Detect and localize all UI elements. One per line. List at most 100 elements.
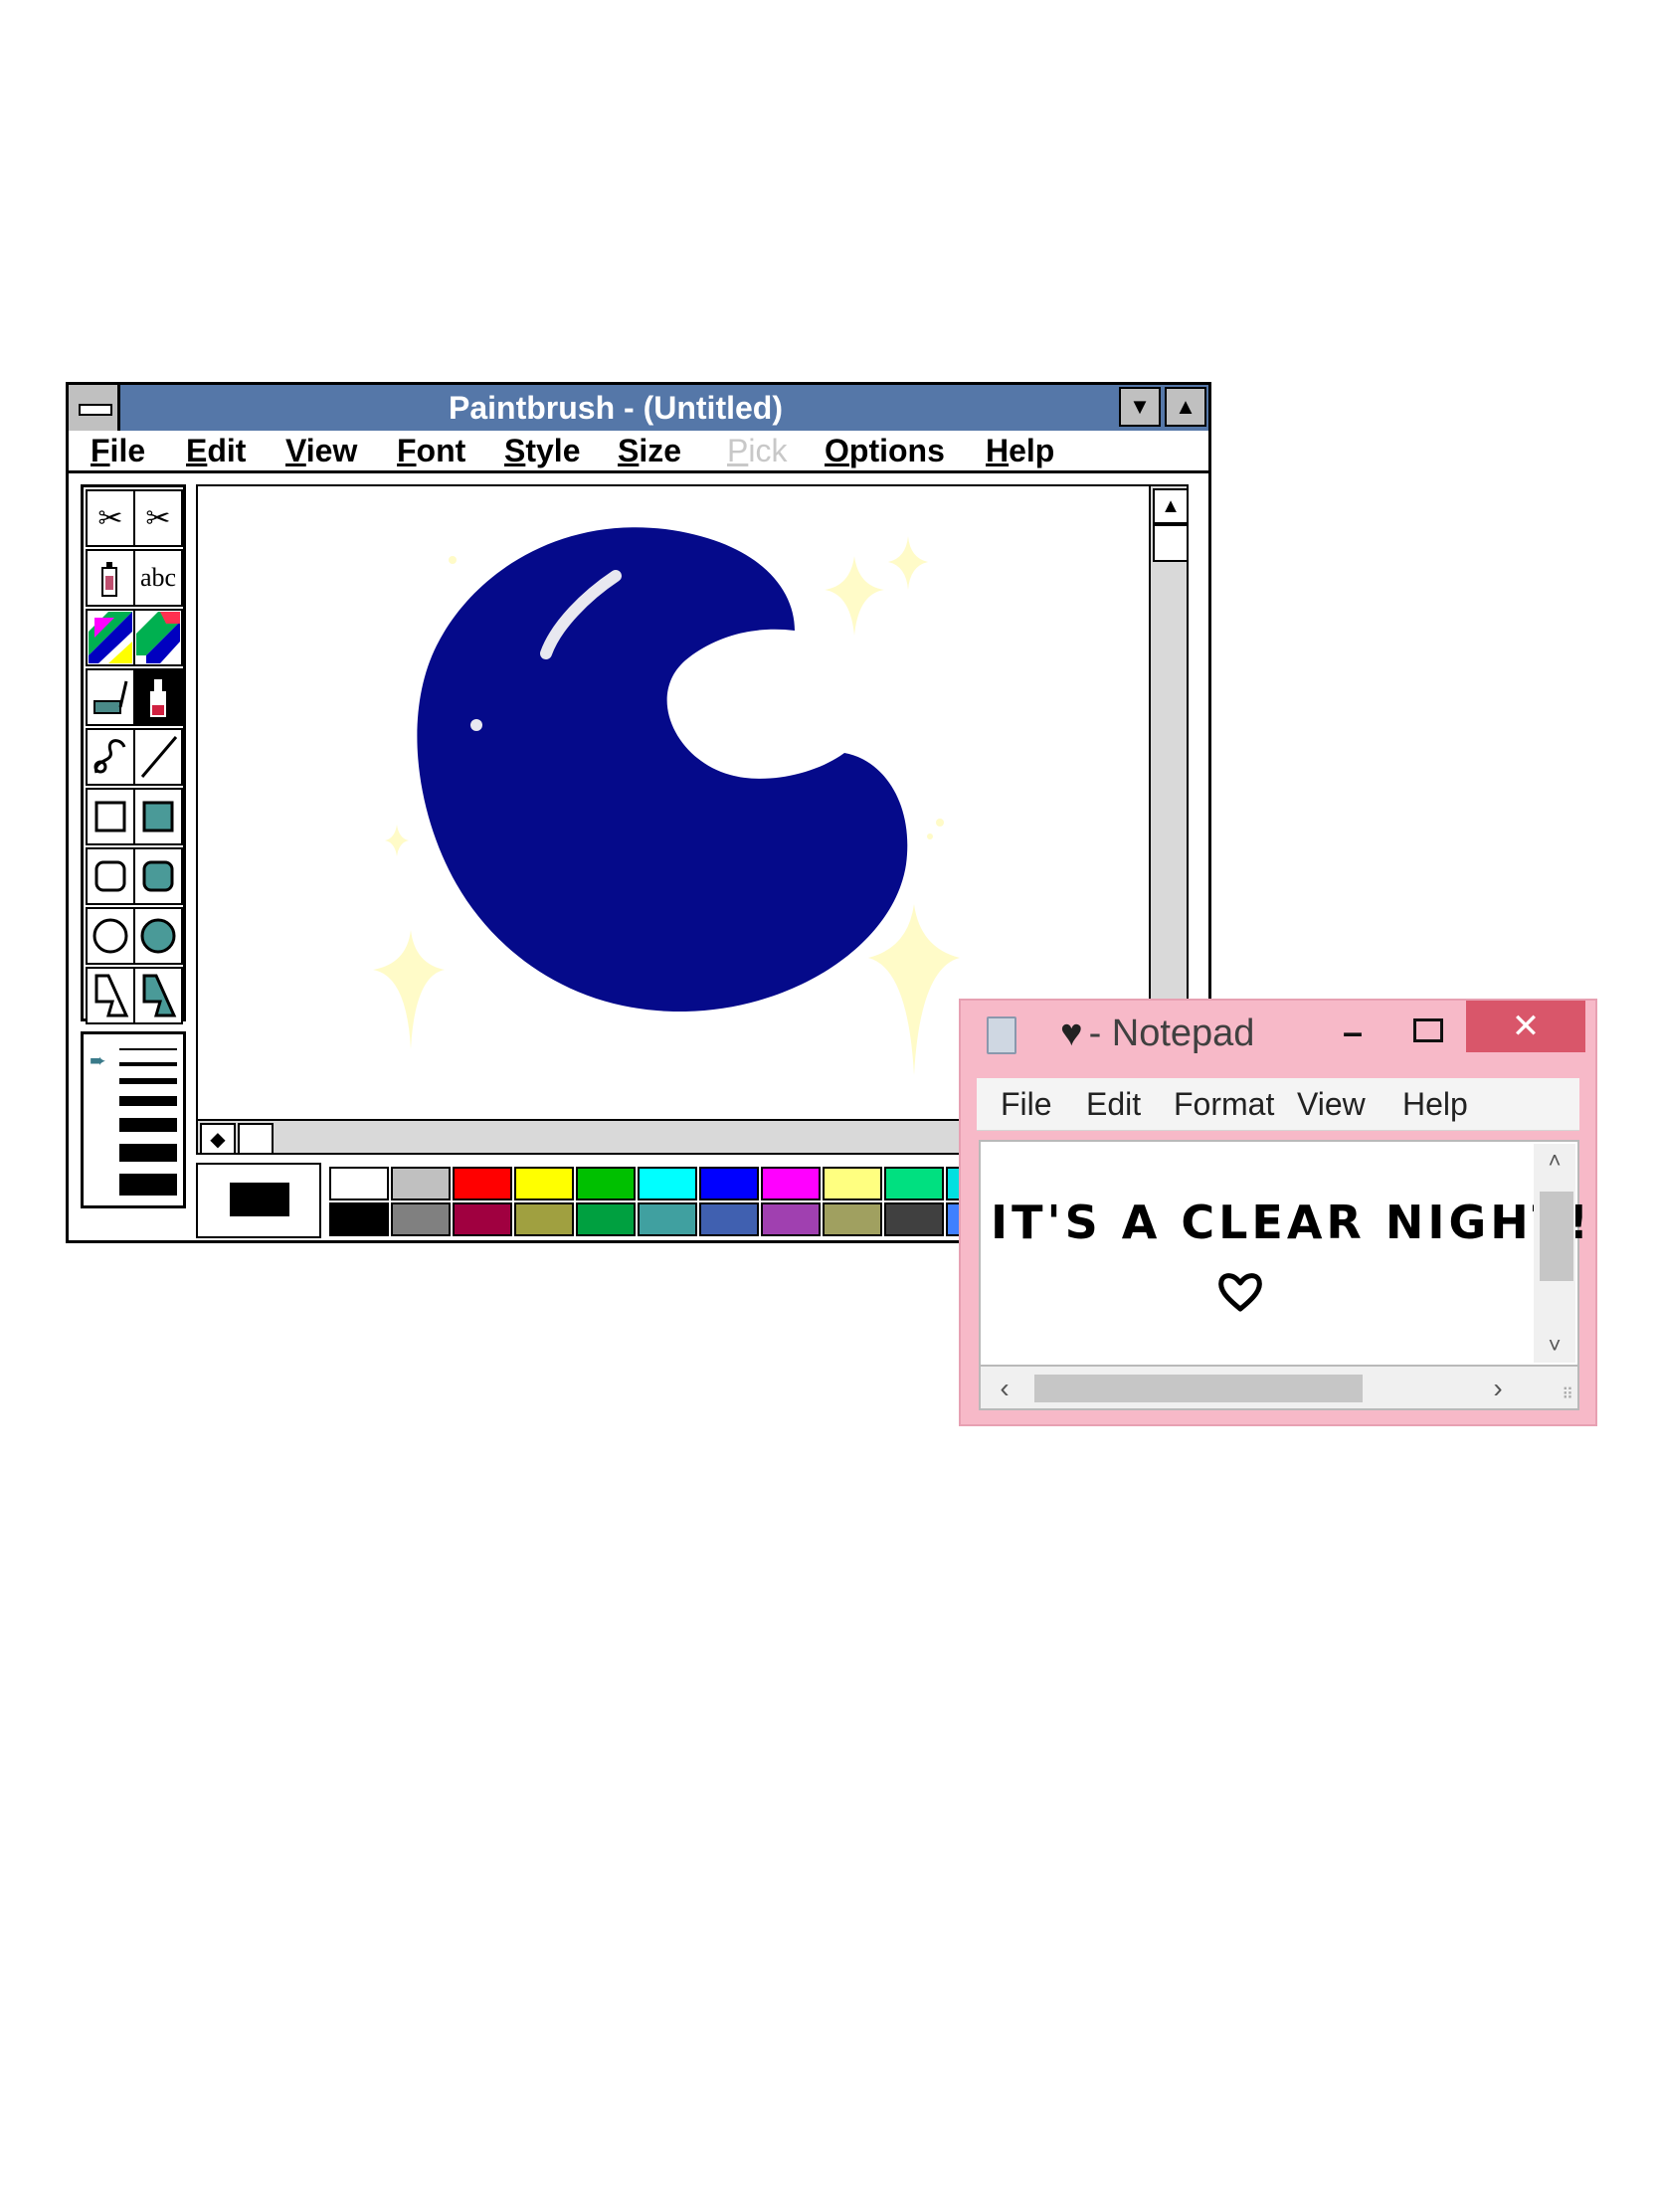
palette-color[interactable] [329,1167,389,1200]
horizontal-scrollbar[interactable]: ‹ › ⠿ [979,1367,1579,1410]
menu-size[interactable]: Size [618,431,681,470]
palette-color[interactable] [329,1202,389,1236]
scroll-right-button[interactable]: › [1478,1371,1518,1406]
line-width-option[interactable] [119,1062,177,1066]
rectangle-icon [94,801,126,832]
line-width-option[interactable] [119,1174,177,1196]
notepad-menubar: File Edit Format View Help [977,1078,1579,1131]
notepad-icon [987,1016,1016,1054]
palette-color[interactable] [823,1167,882,1200]
pick-scissors-tool[interactable]: ✂ [133,489,183,547]
line-icon [140,736,178,778]
notepad-title: ♥ - Notepad [1060,1011,1254,1056]
arrow-up-icon: ▲ [1175,394,1197,419]
menu-options[interactable]: Options [825,431,945,470]
scissors-icon: ✂ [145,501,171,535]
palette-color[interactable] [638,1202,697,1236]
menu-pick[interactable]: Pick [727,431,787,470]
minimize-button[interactable]: – [1331,1012,1375,1052]
menu-file[interactable]: File [91,431,145,470]
scissors-icon: ✂ [97,501,123,535]
rounded-rect-tool[interactable] [86,847,135,905]
palette-color[interactable] [391,1202,451,1236]
menu-help[interactable]: Help [986,431,1054,470]
menu-edit[interactable]: Edit [1086,1078,1141,1130]
arrow-left-icon: ◆ [210,1128,226,1151]
scroll-thumb[interactable] [1034,1375,1363,1402]
system-menu-button[interactable] [69,385,120,431]
maximize-button[interactable]: ▲ [1165,387,1206,427]
curve-icon [93,739,126,774]
palette-color[interactable] [391,1167,451,1200]
pointer-icon: ➨ [90,1050,106,1072]
current-color-indicator [196,1163,321,1238]
crescent-moon [417,527,908,1013]
brush-tool[interactable] [133,668,183,726]
palette-color[interactable] [884,1167,944,1200]
ellipse-tool[interactable] [86,907,135,965]
scroll-up-button[interactable]: ˄ [1534,1146,1575,1176]
curve-tool[interactable] [86,728,135,786]
line-width-option[interactable] [119,1118,177,1132]
polygon-tool[interactable] [86,967,135,1024]
line-width-option[interactable] [119,1096,177,1106]
close-icon: ✕ [1511,1008,1541,1045]
eraser-tool[interactable] [133,609,183,666]
menu-edit[interactable]: Edit [186,431,246,470]
scroll-thumb[interactable] [238,1123,274,1155]
airbrush-tool[interactable] [86,549,135,607]
menu-format[interactable]: Format [1174,1078,1274,1130]
paintbrush-titlebar[interactable]: Paintbrush - (Untitled) ▼ ▲ [69,385,1208,434]
scroll-up-button[interactable]: ▲ [1153,488,1189,524]
filled-polygon-tool[interactable] [133,967,183,1024]
palette-color[interactable] [699,1202,759,1236]
palette-color[interactable] [514,1167,574,1200]
heart-icon: ♥ [1060,1013,1083,1054]
palette-color[interactable] [576,1202,636,1236]
palette-color[interactable] [453,1167,512,1200]
chevron-right-icon: › [1493,1373,1503,1403]
notepad-text-area[interactable]: IT'S A CLEAR NIGHT! ˄ ˅ [979,1140,1588,1367]
filled-rectangle-tool[interactable] [133,788,183,845]
palette-color[interactable] [823,1202,882,1236]
palette-color[interactable] [761,1202,821,1236]
scroll-left-button[interactable]: ‹ [985,1371,1024,1406]
menu-file[interactable]: File [1001,1078,1052,1130]
menu-style[interactable]: Style [504,431,580,470]
palette-color[interactable] [761,1167,821,1200]
color-eraser-tool[interactable] [86,609,135,666]
line-width-option[interactable] [119,1078,177,1084]
line-tool[interactable] [133,728,183,786]
line-width-option[interactable] [119,1144,177,1162]
maximize-button[interactable] [1406,1013,1450,1048]
scroll-thumb[interactable] [1540,1192,1573,1281]
scroll-down-button[interactable]: ˅ [1534,1331,1575,1361]
menu-view[interactable]: View [285,431,357,470]
minimize-button[interactable]: ▼ [1119,387,1161,427]
scroll-left-button[interactable]: ◆ [200,1123,236,1155]
filled-ellipse-tool[interactable] [133,907,183,965]
menu-help[interactable]: Help [1402,1078,1468,1130]
vertical-scrollbar[interactable]: ˄ ˅ [1534,1144,1575,1363]
filled-rounded-rect-tool[interactable] [133,847,183,905]
rectangle-tool[interactable] [86,788,135,845]
palette-color[interactable] [884,1202,944,1236]
paint-roller-tool[interactable] [86,668,135,726]
resize-grip-icon[interactable]: ⠿ [1550,1381,1573,1404]
menu-view[interactable]: View [1297,1078,1366,1130]
text-tool[interactable]: abc [133,549,183,607]
palette-color[interactable] [638,1167,697,1200]
close-button[interactable]: ✕ [1466,1001,1585,1052]
scissors-tool[interactable]: ✂ [86,489,135,547]
filled-rounded-rect-icon [142,860,174,892]
line-width-option[interactable] [119,1048,177,1050]
chevron-down-icon: ˅ [1548,1333,1562,1358]
line-width-box[interactable]: ➨ [81,1031,186,1208]
scroll-thumb[interactable] [1153,524,1189,562]
palette-color[interactable] [699,1167,759,1200]
menu-font[interactable]: Font [397,431,465,470]
notepad-content: IT'S A CLEAR NIGHT! [991,1196,1593,1249]
palette-color[interactable] [453,1202,512,1236]
palette-color[interactable] [514,1202,574,1236]
palette-color[interactable] [576,1167,636,1200]
